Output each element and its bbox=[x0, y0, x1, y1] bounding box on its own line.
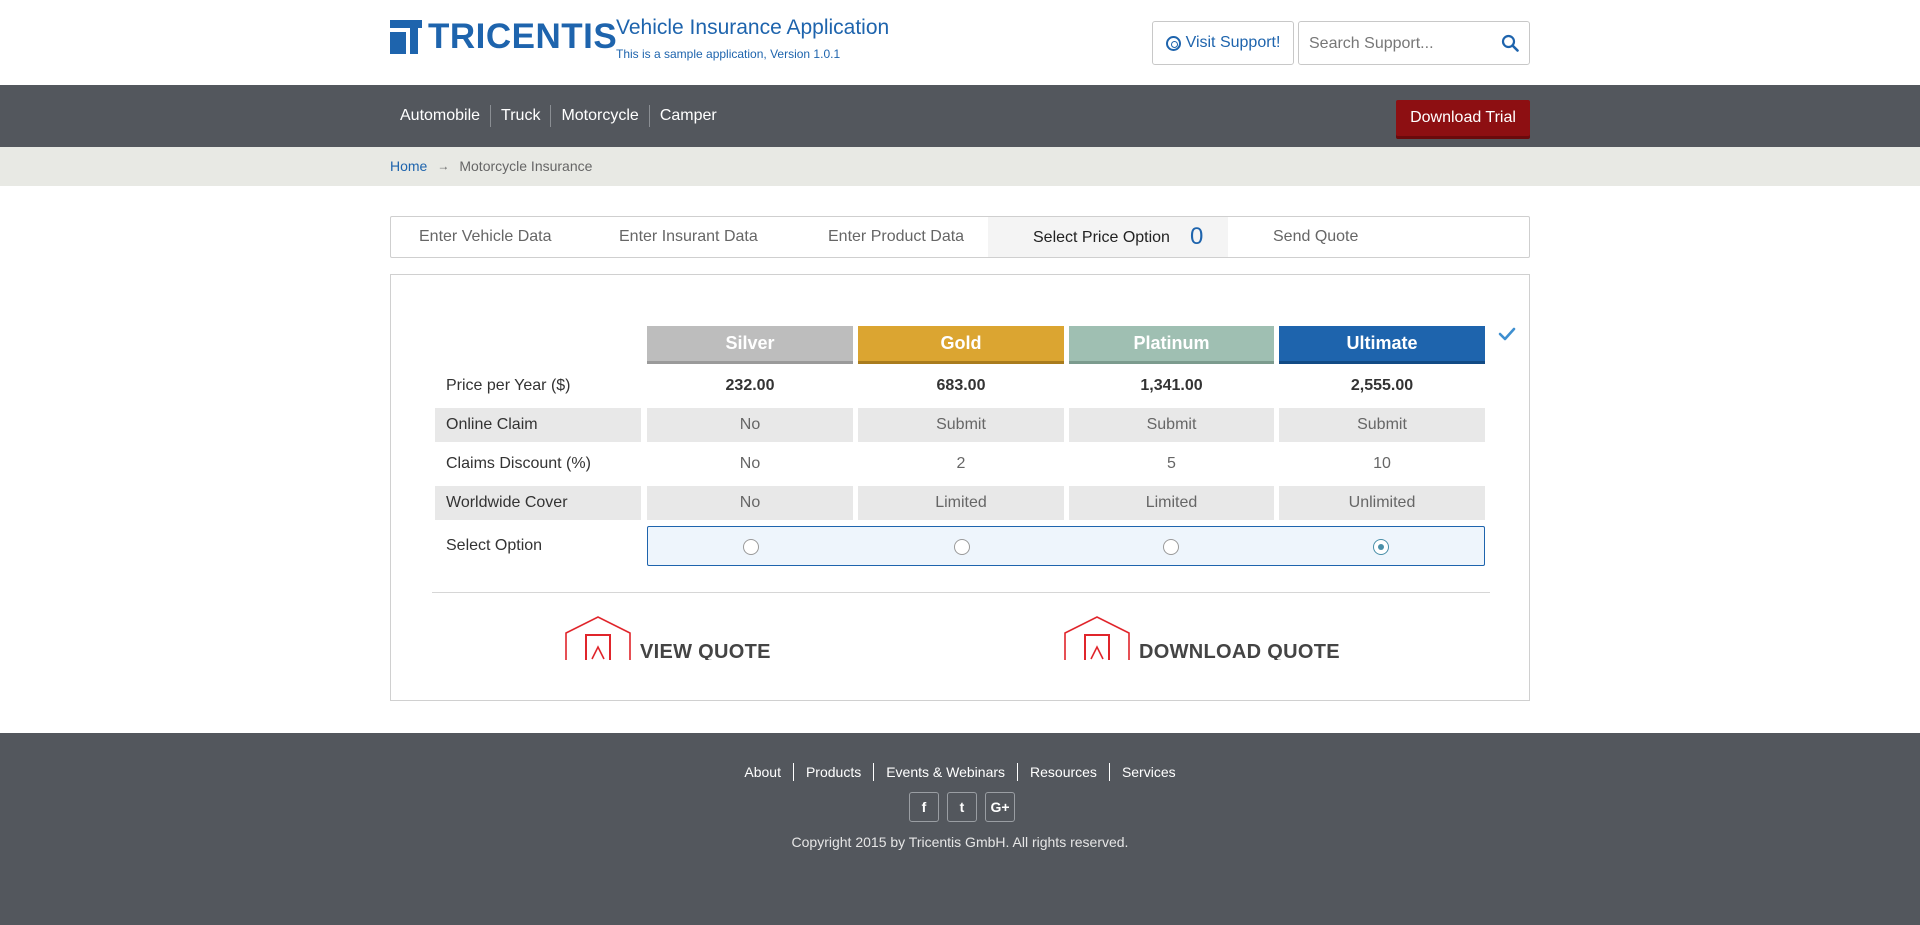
worldwide-cover-platinum: Limited bbox=[1069, 486, 1274, 520]
online-claim-gold: Submit bbox=[858, 408, 1064, 442]
online-claim-platinum: Submit bbox=[1069, 408, 1274, 442]
radio-silver[interactable] bbox=[743, 539, 759, 555]
tab-error-count: 0 bbox=[1189, 223, 1204, 250]
lifebuoy-icon bbox=[1165, 35, 1181, 51]
plan-header-silver: Silver bbox=[647, 326, 853, 364]
footer-links: About Products Events & Webinars Resourc… bbox=[0, 763, 1920, 781]
app-subtitle: This is a sample application, Version 1.… bbox=[616, 47, 841, 61]
site-footer: About Products Events & Webinars Resourc… bbox=[0, 733, 1920, 925]
footer-link-products[interactable]: Products bbox=[794, 763, 875, 781]
radio-platinum[interactable] bbox=[1163, 539, 1179, 555]
nav-items: Automobile Truck Motorcycle Camper bbox=[390, 85, 727, 147]
claims-discount-platinum: 5 bbox=[1167, 455, 1176, 472]
price-option-panel: Silver Gold Platinum Ultimate Price per … bbox=[390, 274, 1530, 701]
worldwide-cover-silver: No bbox=[647, 486, 853, 520]
claims-discount-ultimate: 10 bbox=[1373, 455, 1391, 472]
price-platinum: 1,341.00 bbox=[1140, 377, 1203, 394]
footer-link-about[interactable]: About bbox=[732, 763, 794, 781]
tab-enter-vehicle-data[interactable]: Enter Vehicle Data bbox=[419, 217, 552, 257]
select-option-row bbox=[647, 526, 1485, 566]
worldwide-cover-ultimate: Unlimited bbox=[1279, 486, 1485, 520]
search-icon[interactable] bbox=[1501, 34, 1519, 52]
breadcrumb-home-link[interactable]: Home bbox=[390, 158, 427, 174]
twitter-icon[interactable]: t bbox=[947, 792, 977, 822]
tricentis-logo[interactable]: TRICENTIS bbox=[390, 17, 618, 56]
price-gold: 683.00 bbox=[936, 377, 986, 394]
nav-item-truck[interactable]: Truck bbox=[491, 105, 552, 127]
footer-link-resources[interactable]: Resources bbox=[1018, 763, 1110, 781]
worldwide-cover-gold: Limited bbox=[858, 486, 1064, 520]
visit-support-button[interactable]: Visit Support! bbox=[1152, 21, 1294, 65]
breadcrumb-current: Motorcycle Insurance bbox=[459, 158, 593, 174]
row-label-claims-discount: Claims Discount (%) bbox=[446, 455, 591, 472]
radio-gold[interactable] bbox=[954, 539, 970, 555]
panel-bottom-spacer bbox=[391, 660, 1529, 700]
plan-header-gold: Gold bbox=[858, 326, 1064, 364]
tab-select-price-option[interactable]: Select Price Option 0 bbox=[988, 217, 1228, 257]
nav-item-automobile[interactable]: Automobile bbox=[390, 105, 492, 127]
search-support bbox=[1298, 21, 1530, 65]
online-claim-silver: No bbox=[647, 408, 853, 442]
plan-header-platinum: Platinum bbox=[1069, 326, 1274, 364]
search-support-input[interactable] bbox=[1309, 32, 1489, 56]
online-claim-ultimate: Submit bbox=[1279, 408, 1485, 442]
row-label-worldwide-cover: Worldwide Cover bbox=[435, 486, 641, 520]
divider bbox=[432, 592, 1490, 593]
wizard-steps: Enter Vehicle Data Enter Insurant Data E… bbox=[390, 216, 1530, 258]
row-label-online-claim: Online Claim bbox=[435, 408, 641, 442]
price-silver: 232.00 bbox=[725, 377, 775, 394]
main-nav: Automobile Truck Motorcycle Camper Downl… bbox=[0, 85, 1920, 147]
tab-send-quote[interactable]: Send Quote bbox=[1273, 217, 1358, 257]
breadcrumb-arrow-icon: → bbox=[437, 159, 450, 173]
logo-text: TRICENTIS bbox=[428, 17, 618, 56]
price-ultimate: 2,555.00 bbox=[1350, 377, 1414, 394]
checkmark-icon bbox=[1498, 327, 1516, 341]
download-trial-button[interactable]: Download Trial bbox=[1396, 100, 1530, 136]
plan-header-ultimate: Ultimate bbox=[1279, 326, 1485, 364]
tab-select-price-option-label: Select Price Option bbox=[1033, 229, 1170, 246]
visit-support-label: Visit Support! bbox=[1185, 34, 1281, 51]
nav-item-camper[interactable]: Camper bbox=[650, 105, 727, 127]
copyright: Copyright 2015 by Tricentis GmbH. All ri… bbox=[791, 834, 1129, 850]
tab-enter-product-data[interactable]: Enter Product Data bbox=[828, 217, 964, 257]
breadcrumb-bar: Home → Motorcycle Insurance bbox=[0, 147, 1920, 186]
tab-enter-insurant-data[interactable]: Enter Insurant Data bbox=[619, 217, 758, 257]
claims-discount-silver: No bbox=[739, 455, 761, 472]
radio-ultimate[interactable] bbox=[1373, 539, 1389, 555]
row-label-price: Price per Year ($) bbox=[446, 377, 571, 394]
row-label-select-option: Select Option bbox=[446, 537, 543, 554]
google-plus-icon[interactable]: G+ bbox=[985, 792, 1015, 822]
footer-link-services[interactable]: Services bbox=[1110, 763, 1188, 781]
site-header: TRICENTIS Vehicle Insurance Application … bbox=[0, 0, 1920, 85]
breadcrumb: Home → Motorcycle Insurance bbox=[390, 158, 592, 174]
footer-link-events-webinars[interactable]: Events & Webinars bbox=[874, 763, 1019, 781]
facebook-icon[interactable]: f bbox=[909, 792, 939, 822]
logo-mark-icon bbox=[390, 20, 422, 54]
app-title: Vehicle Insurance Application bbox=[616, 16, 890, 39]
claims-discount-gold: 2 bbox=[956, 455, 966, 472]
nav-item-motorcycle[interactable]: Motorcycle bbox=[551, 105, 650, 127]
